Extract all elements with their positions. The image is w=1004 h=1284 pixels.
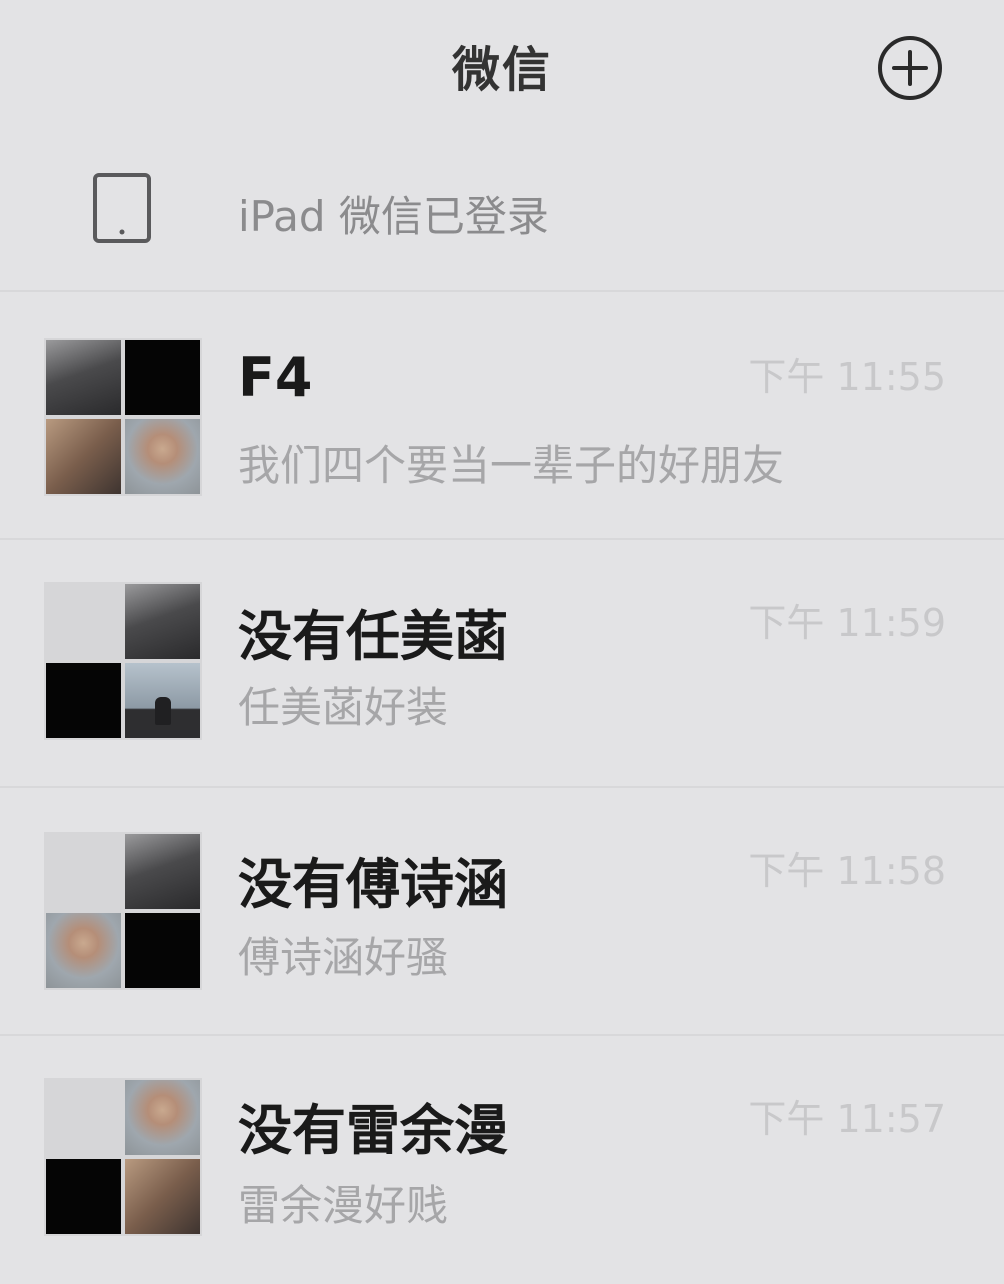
chat-name: 没有雷余漫 — [238, 1099, 508, 1162]
avatar-photo — [125, 419, 200, 494]
chat-time: 下午 11:59 — [748, 601, 946, 645]
group-avatar — [44, 1078, 202, 1236]
chat-preview: 傅诗涵好骚 — [238, 933, 449, 982]
avatar-blank — [46, 834, 121, 909]
avatar-photo — [125, 1080, 200, 1155]
avatar-blank — [46, 584, 121, 659]
chat-name: 没有傅诗涵 — [238, 853, 508, 916]
chat-row-f4[interactable]: F4 下午 11:55 我们四个要当一辈子的好朋友 — [0, 292, 1004, 540]
chat-row-4[interactable]: 没有雷余漫 下午 11:57 雷余漫好贱 — [0, 1036, 1004, 1284]
chat-name: F4 — [238, 346, 313, 409]
avatar-photo — [125, 340, 200, 415]
chat-time: 下午 11:58 — [748, 849, 946, 893]
avatar-blank — [46, 1080, 121, 1155]
tablet-icon — [93, 173, 151, 243]
page-title: 微信 — [451, 42, 552, 98]
group-avatar — [44, 338, 202, 496]
chat-preview: 我们四个要当一辈子的好朋友 — [238, 441, 785, 490]
chat-time: 下午 11:57 — [748, 1097, 946, 1141]
avatar-photo — [125, 1159, 200, 1234]
avatar-photo — [46, 1159, 121, 1234]
chat-row-3[interactable]: 没有傅诗涵 下午 11:58 傅诗涵好骚 — [0, 788, 1004, 1036]
group-avatar — [44, 832, 202, 990]
chat-preview: 任美菡好装 — [238, 683, 449, 732]
chat-name: 没有任美菡 — [238, 605, 508, 668]
avatar-photo — [46, 340, 121, 415]
group-avatar — [44, 582, 202, 740]
nav-header: 微信 — [0, 0, 1004, 135]
avatar-photo — [125, 834, 200, 909]
avatar-photo — [46, 913, 121, 988]
plus-circle-icon[interactable] — [876, 34, 944, 102]
login-notice-text: iPad 微信已登录 — [238, 192, 549, 241]
chat-time: 下午 11:55 — [748, 355, 946, 399]
avatar-photo — [46, 419, 121, 494]
avatar-photo — [125, 663, 200, 738]
chat-preview: 雷余漫好贱 — [238, 1181, 449, 1230]
avatar-photo — [125, 913, 200, 988]
avatar-photo — [125, 584, 200, 659]
chat-row-2[interactable]: 没有任美菡 下午 11:59 任美菡好装 — [0, 540, 1004, 788]
avatar-photo — [46, 663, 121, 738]
